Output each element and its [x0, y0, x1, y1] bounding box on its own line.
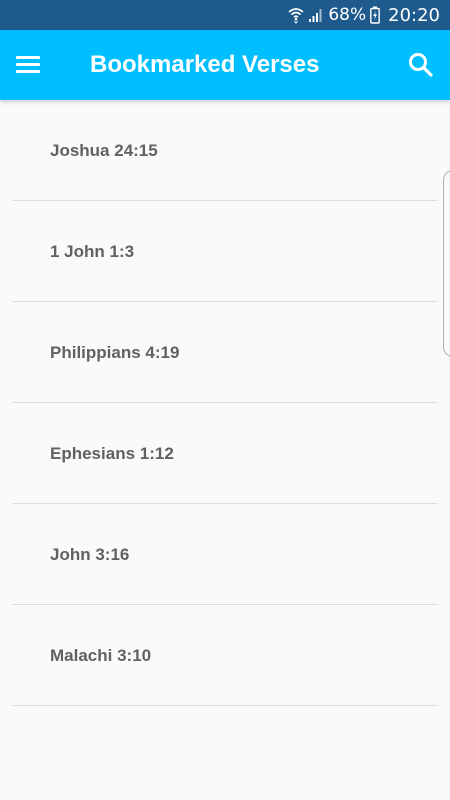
signal-icon [308, 7, 324, 23]
bookmark-label: Joshua 24:15 [50, 141, 158, 160]
search-icon[interactable] [406, 50, 436, 80]
bookmark-label: Malachi 3:10 [50, 646, 152, 665]
page-title: Bookmarked Verses [90, 51, 320, 78]
wifi-icon [288, 6, 304, 24]
hamburger-menu-icon[interactable] [14, 51, 44, 79]
battery-charging-icon [370, 6, 381, 24]
scroll-handle[interactable] [443, 170, 450, 357]
list-item[interactable]: Philippians 4:19 [0, 302, 450, 403]
battery-percentage: 68% [328, 5, 367, 25]
list-item[interactable]: Ephesians 1:12 [0, 403, 450, 504]
list-item[interactable]: Joshua 24:15 [0, 100, 450, 201]
bookmark-list: Joshua 24:15 1 John 1:3 Philippians 4:19… [0, 100, 450, 706]
bookmark-label: Philippians 4:19 [50, 343, 180, 362]
clock: 20:20 [388, 4, 440, 26]
app-bar: Bookmarked Verses [0, 30, 450, 100]
divider [12, 705, 437, 706]
status-icons: 68% 20:20 [288, 0, 440, 30]
status-bar: 68% 20:20 [0, 0, 450, 30]
bookmark-label: Ephesians 1:12 [50, 444, 174, 463]
bookmark-label: 1 John 1:3 [50, 242, 135, 261]
list-item[interactable]: Malachi 3:10 [0, 605, 450, 706]
list-item[interactable]: 1 John 1:3 [0, 201, 450, 302]
list-item[interactable]: John 3:16 [0, 504, 450, 605]
bookmark-label: John 3:16 [50, 545, 130, 564]
